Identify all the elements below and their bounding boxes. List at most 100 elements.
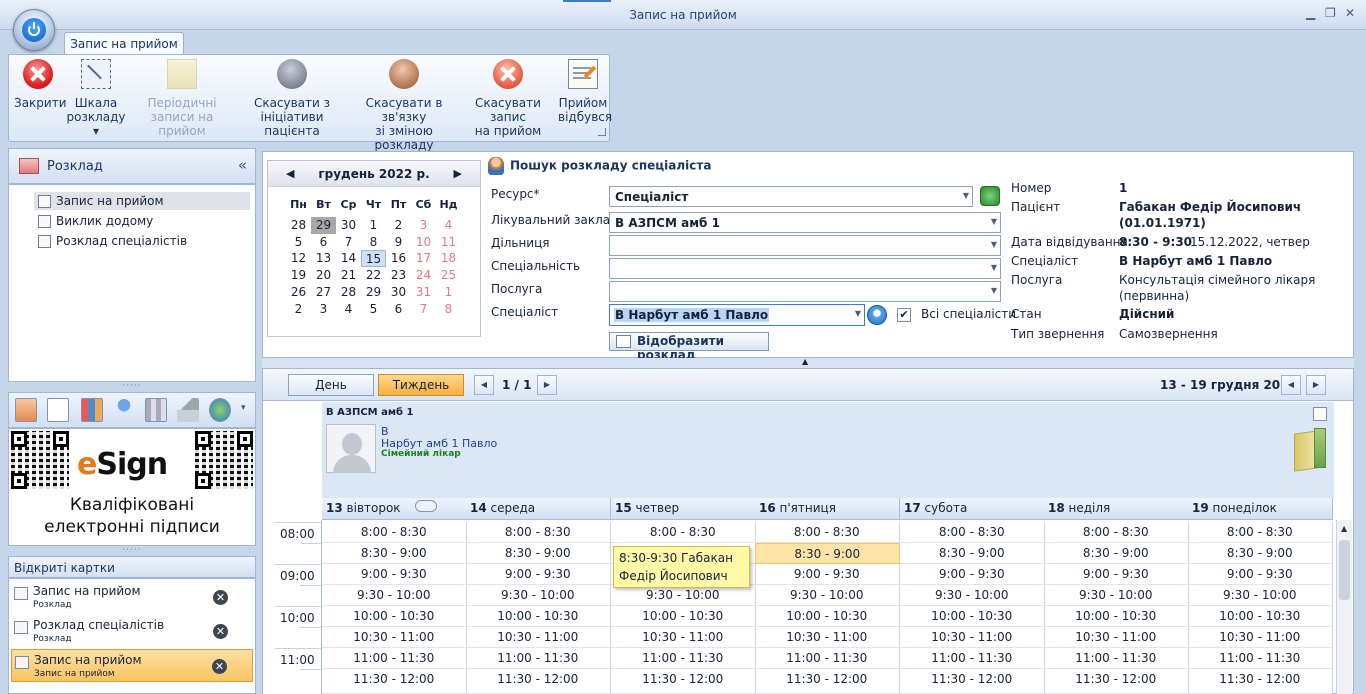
day-header-6[interactable]: 19 понеділок bbox=[1188, 498, 1333, 520]
calendar-day[interactable]: 8 bbox=[361, 234, 386, 251]
cancel-record-button[interactable]: Скасувати запис на прийом bbox=[462, 59, 554, 138]
all-specialists-checkbox[interactable]: ✔ bbox=[897, 308, 911, 322]
time-slot[interactable]: 9:00 - 9:30 bbox=[755, 564, 900, 585]
time-slot[interactable]: 11:00 - 11:30 bbox=[755, 648, 900, 669]
time-slot[interactable]: 8:30 - 9:00 bbox=[900, 543, 1045, 564]
dropdown-arrow-icon[interactable]: ▼ bbox=[855, 309, 861, 318]
calendar-day[interactable]: 13 bbox=[311, 250, 336, 267]
collapse-chevron-icon[interactable]: « bbox=[238, 156, 247, 174]
refresh-icon[interactable] bbox=[980, 186, 1000, 206]
esign-banner[interactable]: eSign Кваліфіковані електронні підписи bbox=[8, 428, 256, 546]
calendar-day[interactable]: 11 bbox=[436, 234, 461, 251]
day-header-3[interactable]: 16 п'ятниця bbox=[755, 498, 900, 520]
calendar-day[interactable]: 2 bbox=[286, 301, 311, 318]
panel-splitter[interactable]: ▲ bbox=[262, 357, 1354, 368]
time-slot[interactable]: 11:00 - 11:30 bbox=[900, 648, 1045, 669]
cancel-patient-button[interactable]: Скасувати з ініціативи пацієнта bbox=[238, 59, 346, 138]
time-slot[interactable]: 9:00 - 9:30 bbox=[1044, 564, 1189, 585]
scroll-up-icon[interactable]: ▲ bbox=[1341, 524, 1347, 533]
time-slot[interactable]: 10:30 - 11:00 bbox=[1044, 627, 1189, 648]
calendar-day[interactable]: 5 bbox=[361, 301, 386, 318]
day-header-2[interactable]: 15 четвер bbox=[611, 498, 756, 520]
chart-grid-icon[interactable] bbox=[81, 398, 103, 422]
day-header-4[interactable]: 17 субота bbox=[900, 498, 1045, 520]
calendar-day[interactable]: 15 bbox=[361, 250, 386, 268]
week-next-button[interactable]: ▶ bbox=[1306, 375, 1326, 395]
time-slot[interactable]: 9:00 - 9:30 bbox=[1188, 564, 1333, 585]
dropdown-arrow-icon[interactable]: ▼ bbox=[991, 240, 997, 249]
time-slot[interactable]: 11:00 - 11:30 bbox=[466, 648, 611, 669]
periodic-button[interactable]: Періодичні записи на прийом bbox=[130, 59, 234, 138]
resource-checkbox[interactable] bbox=[1313, 407, 1327, 421]
field-0-combobox[interactable]: Спеціаліст ▼ bbox=[609, 186, 973, 207]
field-2-combobox[interactable]: ▼ bbox=[609, 235, 1001, 256]
calendar-day[interactable]: 1 bbox=[361, 217, 386, 234]
time-slot[interactable]: 11:30 - 12:00 bbox=[611, 669, 756, 694]
time-slot[interactable]: 8:30 - 9:00 bbox=[755, 543, 900, 564]
time-slot[interactable]: 10:00 - 10:30 bbox=[900, 606, 1045, 627]
dropdown-arrow-icon[interactable]: ▼ bbox=[991, 286, 997, 295]
view-week-button[interactable]: Тиждень bbox=[378, 374, 464, 396]
calendar-day[interactable]: 28 bbox=[286, 217, 311, 234]
ribbon-tab-appointment[interactable]: Запис на прийом bbox=[64, 32, 184, 55]
time-slot[interactable]: 11:00 - 11:30 bbox=[1044, 648, 1189, 669]
time-slot[interactable]: 8:00 - 8:30 bbox=[900, 522, 1045, 543]
page-next-button[interactable]: ▶ bbox=[537, 375, 557, 395]
more-modules-chevron-icon[interactable]: ▾ bbox=[241, 403, 246, 413]
time-slot[interactable]: 10:00 - 10:30 bbox=[322, 606, 467, 627]
books-icon[interactable] bbox=[145, 398, 167, 422]
time-slot[interactable]: 10:30 - 11:00 bbox=[466, 627, 611, 648]
calendar-day[interactable]: 6 bbox=[311, 234, 336, 251]
calendar-day[interactable]: 10 bbox=[411, 234, 436, 251]
calendar-day[interactable]: 5 bbox=[286, 234, 311, 251]
specialist-combobox[interactable]: В Нарбут амб 1 Павло ▼ bbox=[609, 304, 865, 326]
field-4-combobox[interactable]: ▼ bbox=[609, 281, 1001, 302]
time-slot[interactable]: 9:30 - 10:00 bbox=[900, 585, 1045, 606]
calendar-day[interactable]: 2 bbox=[386, 217, 411, 234]
time-slot[interactable]: 9:30 - 10:00 bbox=[755, 585, 900, 606]
calendar-day[interactable]: 18 bbox=[436, 250, 461, 267]
cancel-schedule-button[interactable]: Скасувати в зв'язку зі зміною розкладу bbox=[348, 59, 460, 152]
time-slot[interactable]: 9:30 - 10:00 bbox=[1188, 585, 1333, 606]
calendar-day[interactable]: 7 bbox=[336, 234, 361, 251]
time-slot[interactable]: 11:30 - 12:00 bbox=[1188, 669, 1333, 694]
time-slot[interactable]: 8:00 - 8:30 bbox=[1044, 522, 1189, 543]
time-slot[interactable]: 8:00 - 8:30 bbox=[1188, 522, 1333, 543]
calendar-day[interactable]: 3 bbox=[411, 217, 436, 234]
time-slot[interactable]: 10:00 - 10:30 bbox=[755, 606, 900, 627]
dropdown-arrow-icon[interactable]: ▼ bbox=[963, 191, 969, 200]
calendar-day[interactable]: 30 bbox=[386, 284, 411, 301]
home-icon[interactable] bbox=[177, 398, 199, 422]
page-prev-button[interactable]: ◀ bbox=[474, 375, 494, 395]
time-slot[interactable]: 10:30 - 11:00 bbox=[755, 627, 900, 648]
close-card-icon[interactable]: ✕ bbox=[213, 624, 228, 639]
app-menu-orb-button[interactable] bbox=[13, 9, 55, 51]
close-card-icon[interactable]: ✕ bbox=[212, 659, 227, 674]
time-slot[interactable]: 11:00 - 11:30 bbox=[1188, 648, 1333, 669]
time-slot[interactable]: 11:30 - 12:00 bbox=[755, 669, 900, 694]
time-slot[interactable]: 9:00 - 9:30 bbox=[322, 564, 467, 585]
time-slot[interactable]: 9:30 - 10:00 bbox=[1044, 585, 1189, 606]
time-slot[interactable]: 11:30 - 12:00 bbox=[1044, 669, 1189, 694]
time-slot[interactable]: 8:00 - 8:30 bbox=[611, 522, 756, 543]
calendar-day[interactable]: 7 bbox=[411, 301, 436, 318]
splitter-grip-2[interactable]: ····· bbox=[8, 545, 256, 555]
minimize-button[interactable]: ▁ bbox=[1306, 6, 1315, 20]
calendar-day[interactable]: 21 bbox=[336, 267, 361, 284]
dropdown-arrow-icon[interactable]: ▼ bbox=[991, 263, 997, 272]
calendar-day[interactable]: 19 bbox=[286, 267, 311, 284]
time-slot[interactable]: 11:30 - 12:00 bbox=[900, 669, 1045, 694]
calendar-day[interactable]: 3 bbox=[311, 301, 336, 318]
calendar-day[interactable]: 30 bbox=[336, 217, 361, 234]
open-card-1[interactable]: Розклад спеціалістів Розклад ✕ bbox=[11, 615, 253, 648]
scale-button[interactable]: Шкала розкладу ▾ bbox=[66, 59, 126, 138]
time-slot[interactable]: 11:00 - 11:30 bbox=[611, 648, 756, 669]
vertical-scrollbar[interactable]: ▲ bbox=[1336, 520, 1352, 694]
next-month-icon[interactable]: ▶ bbox=[454, 167, 462, 180]
close-card-icon[interactable]: ✕ bbox=[213, 590, 228, 605]
time-slot[interactable]: 11:00 - 11:30 bbox=[322, 648, 467, 669]
time-slot[interactable]: 11:30 - 12:00 bbox=[466, 669, 611, 694]
time-slot[interactable]: 8:30 - 9:00 bbox=[1044, 543, 1189, 564]
time-slot[interactable]: 10:30 - 11:00 bbox=[900, 627, 1045, 648]
specialist-lookup-icon[interactable] bbox=[867, 305, 887, 325]
